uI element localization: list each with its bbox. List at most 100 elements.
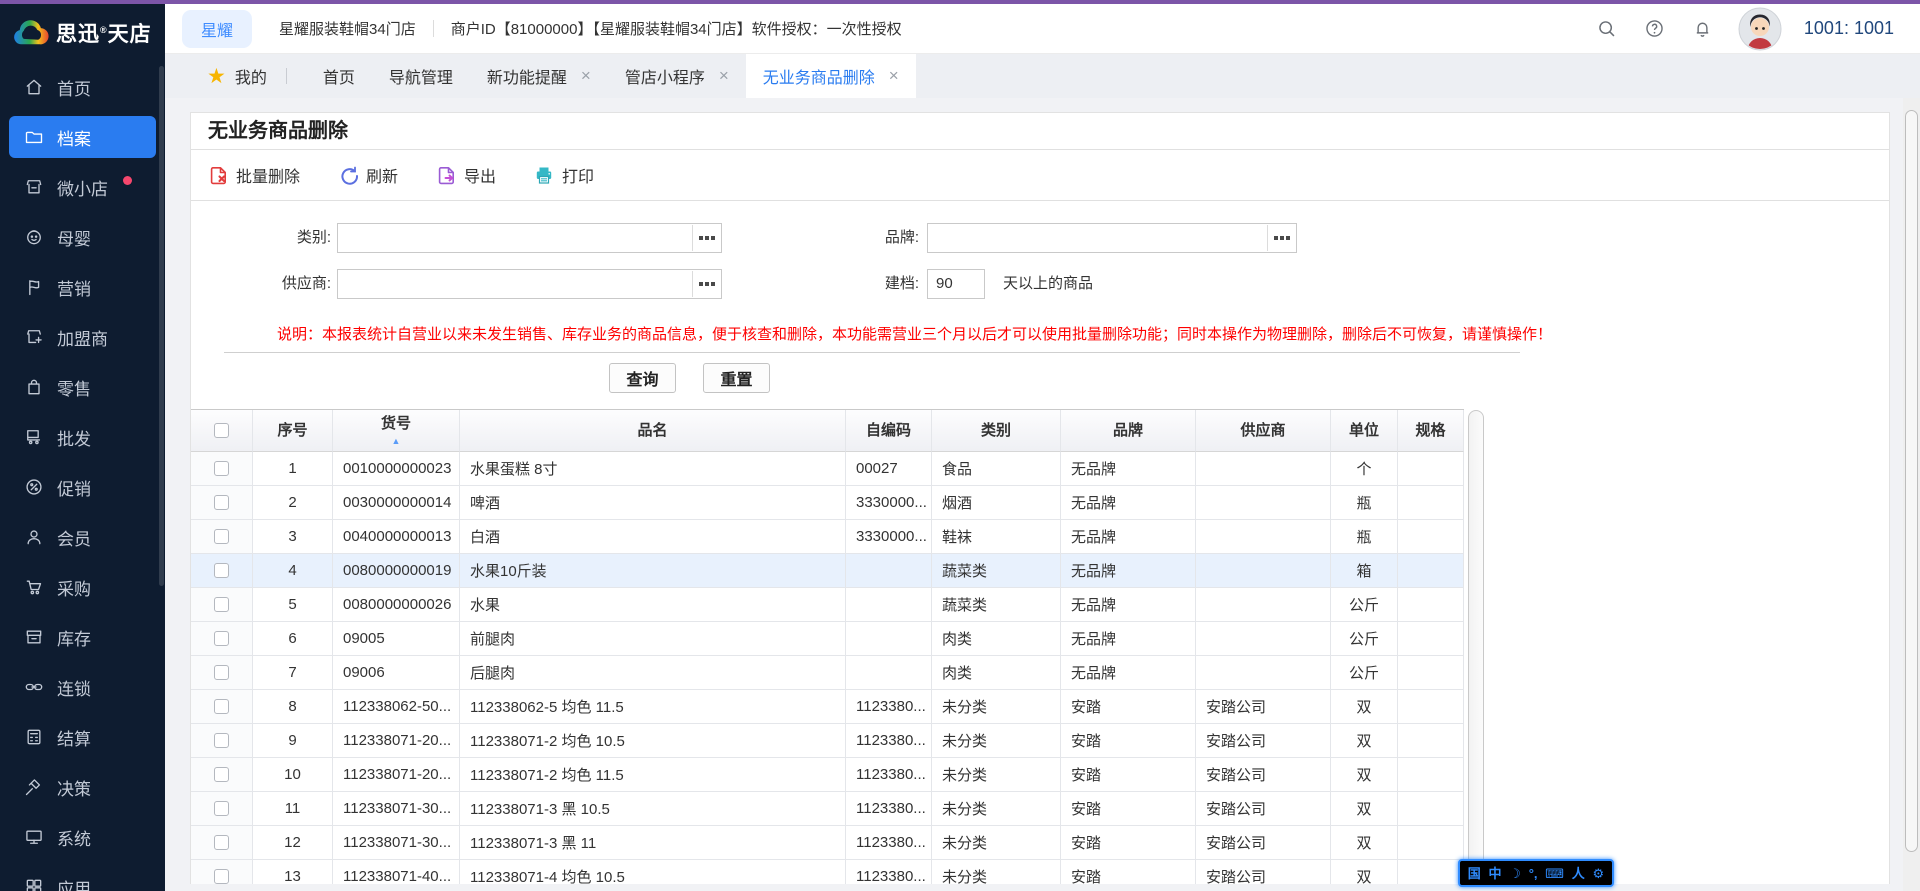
row-checkbox[interactable] [214,699,229,714]
toolbar-打印-button[interactable]: 打印 [534,163,594,187]
row-checkbox[interactable] [214,529,229,544]
table-row[interactable]: 12112338071-30...112338071-3 黑 111123380… [191,826,1464,860]
column-header-类别[interactable]: 类别 [932,410,1061,452]
table-row[interactable]: 40080000000019水果10斤装蔬菜类无品牌箱 [191,554,1464,588]
sidebar-scrollbar[interactable] [159,66,164,586]
punctuation-icon[interactable]: °, [1529,867,1538,880]
sidebar-item-微小店[interactable]: 微小店 [0,162,165,212]
bell-icon[interactable] [1692,18,1713,39]
sidebar-item-零售[interactable]: 零售 [0,362,165,412]
sidebar-item-营销[interactable]: 营销 [0,262,165,312]
halfwidth-moon-icon[interactable]: ☽ [1509,867,1521,880]
tab-导航管理[interactable]: 导航管理 [372,54,470,98]
row-checkbox-cell [191,520,253,554]
sidebar-item-采购[interactable]: 采购 [0,562,165,612]
avatar[interactable] [1738,7,1782,51]
table-row[interactable]: 8112338062-50...112338062-5 均色 11.511233… [191,690,1464,724]
toolbar-批量删除-button[interactable]: 批量删除 [208,163,300,187]
sidebar-item-会员[interactable]: 会员 [0,512,165,562]
row-checkbox[interactable] [214,631,229,646]
sidebar-item-档案[interactable]: 档案 [9,116,156,158]
close-icon[interactable]: × [889,66,899,86]
sidebar-item-决策[interactable]: 决策 [0,762,165,812]
column-header-单位[interactable]: 单位 [1331,410,1398,452]
column-header-品名[interactable]: 品名 [460,410,846,452]
close-icon[interactable]: × [719,66,729,86]
favorites-label: 我的 [235,64,267,88]
sidebar-item-促销[interactable]: 促销 [0,462,165,512]
ime-logo-icon[interactable]: 国 [1468,867,1481,880]
tab-无业务商品删除[interactable]: 无业务商品删除× [746,54,916,98]
search-icon[interactable] [1596,18,1617,39]
toolbar-刷新-button[interactable]: 刷新 [338,163,398,187]
brand-lookup-button[interactable] [1267,225,1295,251]
supplier-lookup-button[interactable] [692,271,720,297]
table-row[interactable]: 13112338071-40...112338071-4 均色 10.51123… [191,860,1464,884]
column-header-序号[interactable]: 序号 [253,410,333,452]
category-input[interactable] [337,223,722,253]
column-header-规格[interactable]: 规格 [1398,410,1464,452]
row-checkbox[interactable] [214,597,229,612]
page-scrollbar[interactable] [1903,98,1920,891]
sidebar-item-母婴[interactable]: 母婴 [0,212,165,262]
table-scrollbar-thumb[interactable] [1468,410,1484,883]
row-checkbox[interactable] [214,495,229,510]
sidebar-item-连锁[interactable]: 连锁 [0,662,165,712]
row-checkbox[interactable] [214,665,229,680]
column-header-货号[interactable]: 货号▲ [333,410,460,452]
created-days-input[interactable]: 90 [927,269,985,299]
query-button[interactable]: 查询 [609,363,676,393]
table-row[interactable]: 20030000000014啤酒3330000...烟酒无品牌瓶 [191,486,1464,520]
workspace-badge[interactable]: 星耀 [182,10,252,48]
table-row[interactable]: 11112338071-30...112338071-3 黑 10.511233… [191,792,1464,826]
table-row[interactable]: 10112338071-20...112338071-2 均色 11.51123… [191,758,1464,792]
chinese-mode-icon[interactable]: 中 [1489,867,1502,880]
close-icon[interactable]: × [581,66,591,86]
tab-管店小程序[interactable]: 管店小程序× [608,54,746,98]
sidebar-item-系统[interactable]: 系统 [0,812,165,862]
tab-新功能提醒[interactable]: 新功能提醒× [470,54,608,98]
page-scrollbar-thumb[interactable] [1905,110,1918,852]
products-grid: 序号货号▲品名自编码类别品牌供应商单位规格 10010000000023水果蛋糕… [191,409,1889,884]
sidebar-item-加盟商[interactable]: 加盟商 [0,312,165,362]
row-checkbox[interactable] [214,461,229,476]
toolbar-导出-button[interactable]: 导出 [436,163,496,187]
column-header-供应商[interactable]: 供应商 [1196,410,1331,452]
sidebar-item-结算[interactable]: 结算 [0,712,165,762]
table-scrollbar[interactable] [1468,410,1484,883]
baby-icon [24,227,44,247]
category-lookup-button[interactable] [692,225,720,251]
reset-button[interactable]: 重置 [703,363,770,393]
cell-自编码: 1123380... [846,826,932,860]
row-checkbox[interactable] [214,563,229,578]
help-icon[interactable] [1644,18,1665,39]
column-header-品牌[interactable]: 品牌 [1061,410,1196,452]
brand-input[interactable] [927,223,1297,253]
table-row[interactable]: 609005前腿肉肉类无品牌公斤 [191,622,1464,656]
tab-首页[interactable]: 首页 [306,54,372,98]
ime-tools-icon[interactable]: ⚙ [1593,867,1605,880]
cell-类别: 肉类 [932,656,1061,690]
row-checkbox[interactable] [214,767,229,782]
sidebar-item-批发[interactable]: 批发 [0,412,165,462]
select-all-checkbox[interactable] [214,423,229,438]
table-row[interactable]: 50080000000026水果蔬菜类无品牌公斤 [191,588,1464,622]
column-header-自编码[interactable]: 自编码 [846,410,932,452]
favorites-tab[interactable]: ★ 我的 [207,64,267,88]
row-checkbox[interactable] [214,835,229,850]
soft-keyboard-icon[interactable]: ⌨ [1545,867,1564,880]
row-checkbox[interactable] [214,801,229,816]
row-checkbox[interactable] [214,869,229,884]
sidebar-item-首页[interactable]: 首页 [0,62,165,112]
table-row[interactable]: 10010000000023水果蛋糕 8寸00027食品无品牌个 [191,452,1464,486]
user-id[interactable]: 1001: 1001 [1804,18,1894,39]
sidebar-item-库存[interactable]: 库存 [0,612,165,662]
license-text: 商户ID【81000000】【星耀服装鞋帽34门店】软件授权：一次性授权 [451,18,902,39]
table-row[interactable]: 9112338071-20...112338071-2 均色 10.511233… [191,724,1464,758]
supplier-input[interactable] [337,269,722,299]
table-row[interactable]: 30040000000013白酒3330000...鞋袜无品牌瓶 [191,520,1464,554]
row-checkbox[interactable] [214,733,229,748]
ime-user-icon[interactable]: 人 [1572,867,1585,880]
sidebar-item-应用[interactable]: 应用 [0,862,165,891]
table-row[interactable]: 709006后腿肉肉类无品牌公斤 [191,656,1464,690]
